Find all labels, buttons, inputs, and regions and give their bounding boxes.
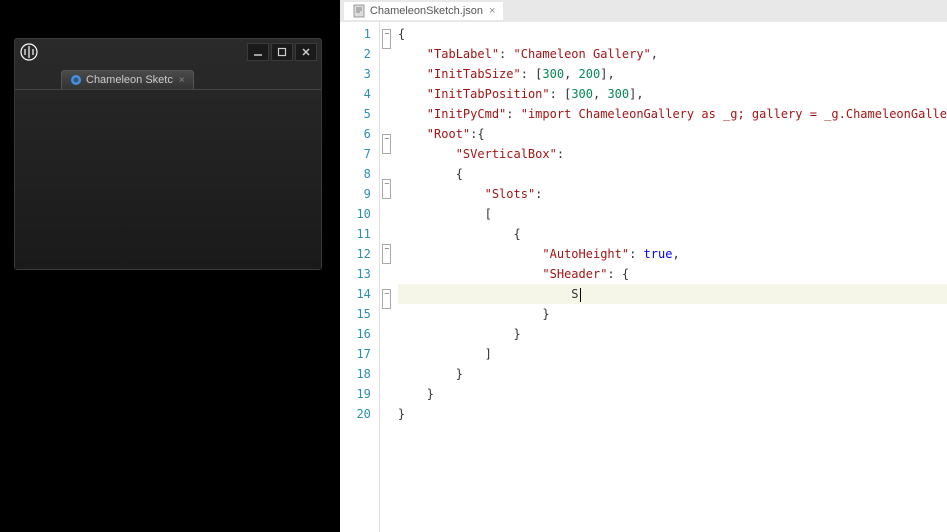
chameleon-icon [70, 74, 82, 86]
code-line[interactable]: ] [398, 344, 947, 364]
code-line[interactable]: "SHeader": { [398, 264, 947, 284]
code-line[interactable]: "AutoHeight": true, [398, 244, 947, 264]
line-number: 13 [342, 264, 371, 284]
fold-toggle-icon[interactable]: − [382, 134, 391, 154]
editor-panel: ChameleonSketch.json × 12345678910111213… [340, 0, 947, 532]
code-line[interactable]: { [398, 224, 947, 244]
line-number: 20 [342, 404, 371, 424]
line-number: 15 [342, 304, 371, 324]
code-line[interactable]: "TabLabel": "Chameleon Gallery", [398, 44, 947, 64]
code-line[interactable]: "Root":{ [398, 124, 947, 144]
code-line[interactable]: [ [398, 204, 947, 224]
line-number: 17 [342, 344, 371, 364]
code-line[interactable]: } [398, 324, 947, 344]
line-number: 11 [342, 224, 371, 244]
editor-tab-label: ChameleonSketch.json [370, 5, 483, 17]
close-button[interactable] [295, 43, 317, 61]
line-number-gutter: 1234567891011121314151617181920 [340, 22, 380, 532]
line-number: 10 [342, 204, 371, 224]
left-panel: Chameleon Sketc × [0, 0, 340, 532]
code-line[interactable]: "SVerticalBox": [398, 144, 947, 164]
line-number: 18 [342, 364, 371, 384]
line-number: 12 [342, 244, 371, 264]
code-content[interactable]: { "TabLabel": "Chameleon Gallery", "Init… [394, 22, 947, 532]
editor-tab-bar: ChameleonSketch.json × [340, 0, 947, 22]
code-line[interactable]: { [398, 24, 947, 44]
maximize-button[interactable] [271, 43, 293, 61]
code-line[interactable]: "InitTabPosition": [300, 300], [398, 84, 947, 104]
editor-tab-file[interactable]: ChameleonSketch.json × [344, 2, 504, 20]
ue-titlebar[interactable] [15, 39, 321, 65]
line-number: 7 [342, 144, 371, 164]
line-number: 2 [342, 44, 371, 64]
code-line[interactable]: "InitPyCmd": "import ChameleonGallery as… [398, 104, 947, 124]
fold-toggle-icon[interactable]: − [382, 29, 391, 49]
line-number: 14 [342, 284, 371, 304]
fold-toggle-icon[interactable]: − [382, 179, 391, 199]
code-line[interactable]: } [398, 384, 947, 404]
line-number: 4 [342, 84, 371, 104]
ue-tab-close-icon[interactable]: × [179, 75, 185, 86]
line-number: 19 [342, 384, 371, 404]
ue-tab-chameleon[interactable]: Chameleon Sketc × [61, 70, 194, 89]
ue-tab-row: Chameleon Sketc × [15, 65, 321, 89]
code-line[interactable]: } [398, 404, 947, 424]
code-line[interactable]: { [398, 164, 947, 184]
json-file-icon [352, 4, 366, 18]
ue-window: Chameleon Sketc × [14, 38, 322, 270]
code-line[interactable]: S [398, 284, 947, 304]
code-line[interactable]: "Slots": [398, 184, 947, 204]
fold-toggle-icon[interactable]: − [382, 289, 391, 309]
ue-logo-icon [19, 42, 39, 62]
code-line[interactable]: "InitTabSize": [300, 200], [398, 64, 947, 84]
line-number: 8 [342, 164, 371, 184]
editor-area[interactable]: 1234567891011121314151617181920 −−−−− { … [340, 22, 947, 532]
code-line[interactable]: } [398, 304, 947, 324]
line-number: 6 [342, 124, 371, 144]
line-number: 5 [342, 104, 371, 124]
fold-gutter: − − − − − [380, 22, 394, 532]
fold-toggle-icon[interactable]: − [382, 244, 391, 264]
editor-tab-close-icon[interactable]: × [489, 5, 495, 17]
ue-window-body [15, 89, 321, 269]
code-line[interactable]: } [398, 364, 947, 384]
line-number: 9 [342, 184, 371, 204]
line-number: 3 [342, 64, 371, 84]
window-controls [247, 43, 317, 61]
line-number: 1 [342, 24, 371, 44]
ue-tab-label: Chameleon Sketc [86, 74, 173, 86]
minimize-button[interactable] [247, 43, 269, 61]
line-number: 16 [342, 324, 371, 344]
